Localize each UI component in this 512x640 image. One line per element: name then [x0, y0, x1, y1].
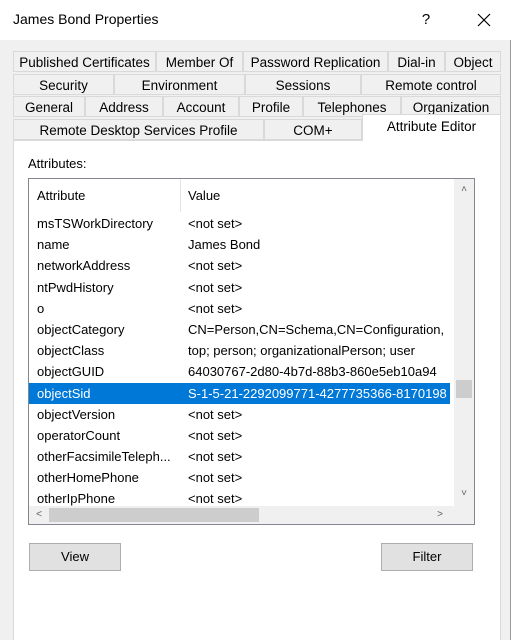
table-row[interactable]: ntPwdHistory <not set> [29, 277, 450, 298]
view-button[interactable]: View [29, 543, 121, 571]
title-bar: James Bond Properties ? [0, 0, 511, 40]
column-separator[interactable] [180, 179, 181, 212]
tab-sessions[interactable]: Sessions [245, 74, 361, 95]
table-row[interactable]: objectClass top; person; organizationalPe… [29, 340, 450, 361]
attribute-name-cell: msTSWorkDirectory [37, 216, 154, 231]
attribute-value-cell: <not set> [188, 470, 243, 486]
attribute-name-cell: objectGUID [37, 364, 105, 380]
help-button[interactable]: ? [408, 5, 444, 35]
tab-password-replication[interactable]: Password Replication [243, 51, 388, 72]
attribute-value-cell: James Bond [188, 237, 261, 253]
attribute-name-cell: operatorCount [37, 427, 121, 443]
horizontal-scrollbar[interactable]: < > [29, 506, 454, 524]
attribute-name-cell: networkAddress [37, 258, 131, 274]
tab-security[interactable]: Security [13, 74, 114, 95]
attributes-label: Attributes: [28, 156, 87, 171]
close-icon [477, 13, 491, 27]
tab-remote-control[interactable]: Remote control [361, 74, 501, 95]
attribute-value-cell: S-1-5-21-2292099771-4277735366-8170198 [188, 385, 447, 401]
attribute-name-cell: o [37, 300, 45, 316]
attribute-name-cell: name [37, 237, 70, 253]
tab-account[interactable]: Account [163, 96, 239, 117]
scrollbar-corner [454, 506, 474, 524]
filter-button[interactable]: Filter [381, 543, 473, 571]
tab-profile[interactable]: Profile [239, 96, 303, 117]
table-row[interactable]: operatorCount <not set> [29, 425, 450, 446]
attribute-value-cell: <not set> [188, 427, 243, 443]
attribute-name-cell: ntPwdHistory [37, 279, 114, 295]
attribute-name-cell: objectCategory [37, 321, 125, 337]
attribute-name-cell: objectSid [37, 385, 91, 401]
column-header-attribute[interactable]: Attribute [37, 179, 177, 212]
table-row[interactable]: otherFacsimileTeleph... <not set> [29, 446, 450, 467]
table-row[interactable]: objectGUID 64030767-2d80-4b7d-88b3-860e5e… [29, 361, 450, 382]
tab-dial-in[interactable]: Dial-in [388, 51, 445, 72]
attribute-value-cell: CN=Person,CN=Schema,CN=Configuration, [188, 321, 445, 337]
scroll-down-icon[interactable]: ˅ [454, 485, 474, 502]
table-row[interactable]: objectSid S-1-5-21-2292099771-4277735366-… [29, 382, 450, 404]
vertical-scrollbar[interactable]: ˄ ˅ [454, 179, 474, 506]
scroll-left-icon[interactable]: < [29, 506, 49, 523]
table-row[interactable]: msTSWorkDirectory <not set> [29, 213, 450, 234]
tab-com-plus[interactable]: COM+ [264, 119, 362, 140]
properties-dialog: James Bond Properties ? Published Certif… [0, 0, 511, 640]
attribute-value-cell: <not set> [188, 216, 243, 231]
table-row[interactable]: objectCategory CN=Person,CN=Schema,CN=Con… [29, 319, 450, 340]
attributes-list[interactable]: Attribute Value msTSWorkDirectory <not se… [28, 178, 475, 525]
attribute-value-cell: top; person; organizationalPerson; user [188, 343, 415, 359]
window-title: James Bond Properties [13, 11, 159, 27]
tab-attribute-editor[interactable]: Attribute Editor [362, 114, 501, 141]
attribute-value-cell: <not set> [188, 279, 243, 295]
tab-remote-desktop-services-profile[interactable]: Remote Desktop Services Profile [13, 119, 264, 140]
tab-general[interactable]: General [13, 96, 85, 117]
attribute-value-cell: <not set> [188, 406, 243, 422]
close-button[interactable] [464, 5, 504, 35]
attribute-name-cell: objectClass [37, 343, 105, 359]
attribute-rows: msTSWorkDirectory <not set> name James Bond… [29, 213, 450, 510]
attribute-value-cell: <not set> [188, 449, 243, 465]
table-row[interactable]: name James Bond [29, 234, 450, 255]
horizontal-scroll-thumb[interactable] [49, 508, 259, 522]
attribute-value-cell: <not set> [188, 258, 243, 274]
tab-environment[interactable]: Environment [114, 74, 245, 95]
attribute-value-cell: <not set> [188, 300, 243, 316]
attribute-name-cell: objectVersion [37, 406, 116, 422]
attribute-name-cell: otherHomePhone [37, 470, 139, 486]
table-row[interactable]: otherHomePhone <not set> [29, 467, 450, 488]
attribute-name-cell: otherFacsimileTeleph... [37, 449, 171, 465]
tab-object[interactable]: Object [445, 51, 501, 72]
column-header-value[interactable]: Value [188, 179, 388, 212]
tab-published-certificates[interactable]: Published Certificates [13, 51, 156, 72]
attribute-value-cell: 64030767-2d80-4b7d-88b3-860e5eb10a94 [188, 364, 437, 380]
vertical-scroll-thumb[interactable] [456, 380, 472, 398]
table-row[interactable]: objectVersion <not set> [29, 404, 450, 425]
scroll-right-icon[interactable]: > [430, 506, 450, 523]
tab-member-of[interactable]: Member Of [156, 51, 243, 72]
table-row[interactable]: networkAddress <not set> [29, 255, 450, 276]
table-row[interactable]: o <not set> [29, 298, 450, 319]
scroll-up-icon[interactable]: ˄ [454, 181, 474, 198]
tab-address[interactable]: Address [85, 96, 163, 117]
